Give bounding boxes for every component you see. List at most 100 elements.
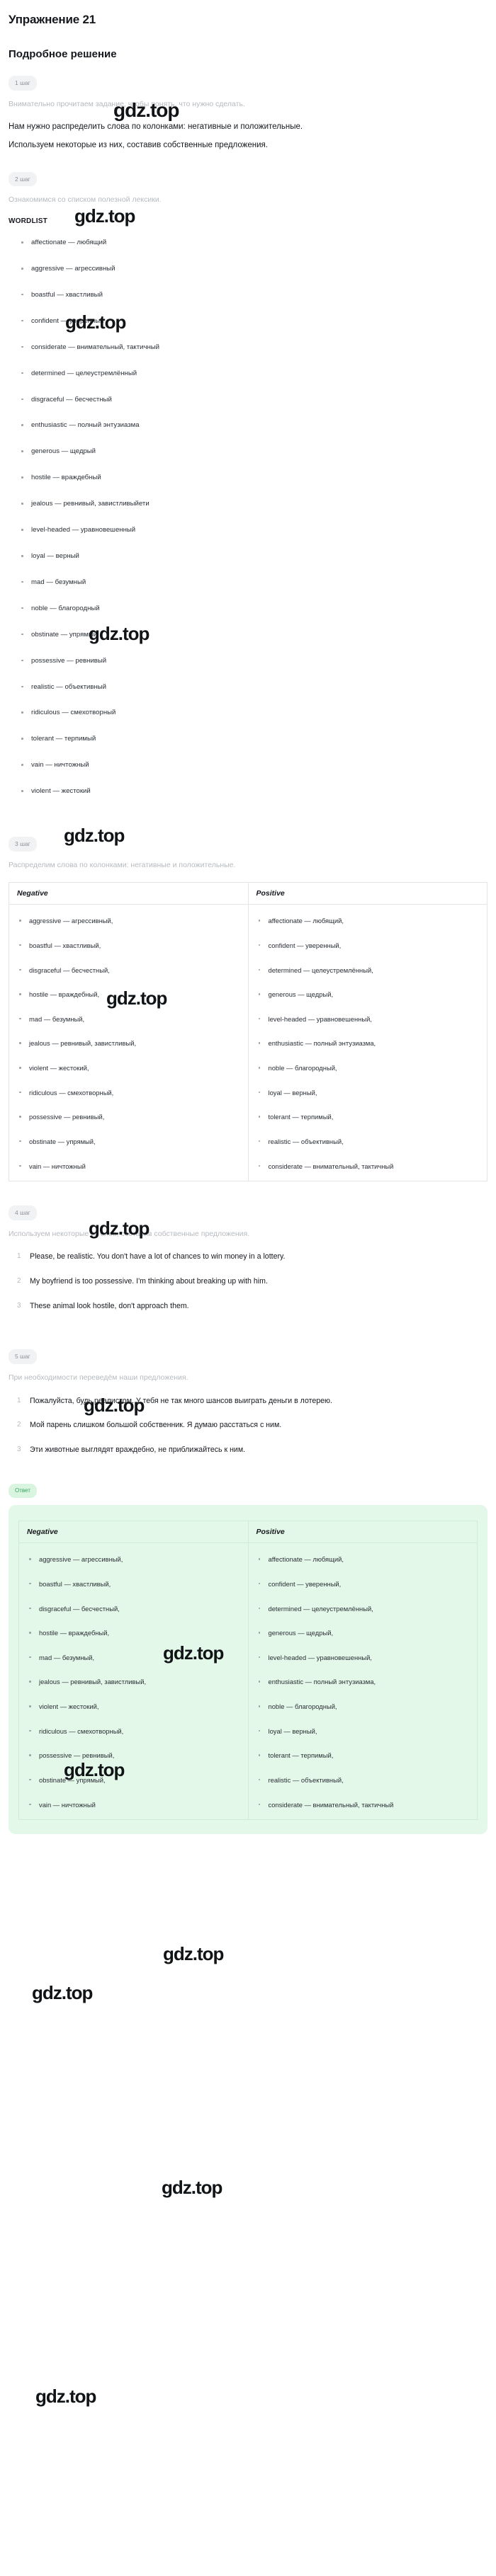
answer-negative-word-item: ridiculous — смехотворный, <box>29 1727 242 1736</box>
step-5-badge: 5 шаг <box>9 1349 37 1364</box>
watermark: gdz.top <box>163 1943 224 1964</box>
answer-positive-word-item: level-headed — уравновешенный, <box>258 1653 472 1663</box>
positive-word-item: loyal — верный, <box>258 1088 482 1098</box>
wordlist-item: loyal — верный <box>21 551 487 561</box>
positive-word-item: level-headed — уравновешенный, <box>258 1014 482 1024</box>
english-sentence-item: Please, be realistic. You don't have a l… <box>17 1251 286 1262</box>
negative-word-item: boastful — хвастливый, <box>19 941 242 951</box>
wordlist-item: level-headed — уравновешенный <box>21 525 487 535</box>
answer-negative-word-item: violent — жестокий, <box>29 1702 242 1712</box>
wordlist-item: possessive — ревнивый <box>21 656 487 666</box>
english-sentence-item: My boyfriend is too possessive. I'm thin… <box>17 1276 268 1287</box>
positive-word-item: realistic — объективный, <box>258 1137 482 1147</box>
answer-column-header-positive: Positive <box>247 1521 478 1544</box>
answer-section: Ответ Negative Positive aggressive — агр… <box>9 1483 487 1835</box>
wordlist-item: obstinate — упрямый <box>21 630 487 640</box>
english-sentence-item: These animal look hostile, don't approac… <box>17 1300 189 1312</box>
step-2-section: 2 шаг Ознакомимся со списком полезной ле… <box>9 171 487 796</box>
answer-negative-word-item: mad — безумный, <box>29 1653 242 1663</box>
solution-heading: Подробное решение <box>9 48 117 60</box>
russian-sentences: Пожалуйста, будь реалистом. У тебя не та… <box>9 1395 487 1457</box>
negative-word-item: jealous — ревнивый, завистливый, <box>19 1038 242 1048</box>
cell-negative: aggressive — агрессивный, boastful — хвас… <box>9 904 249 1182</box>
wordlist-item: ridiculous — смехотворный <box>21 708 487 718</box>
wordlist-item: vain — ничтожный <box>21 760 487 770</box>
step-1-line-1: Нам нужно распределить слова по колонкам… <box>9 122 303 132</box>
negative-word-item: disgraceful — бесчестный, <box>19 966 242 975</box>
positive-word-item: confident — уверенный, <box>258 941 482 951</box>
negative-word-item: ridiculous — смехотворный, <box>19 1088 242 1098</box>
negative-word-item: hostile — враждебный, <box>19 990 242 1000</box>
negative-word-item: mad — безумный, <box>19 1014 242 1024</box>
wordlist-item: determined — целеустремлённый <box>21 369 487 379</box>
answer-table-row: aggressive — агрессивный, boastful — хвас… <box>18 1542 478 1821</box>
positive-word-item: noble — благородный, <box>258 1063 482 1073</box>
positive-word-item: considerate — внимательный, тактичный <box>258 1162 482 1172</box>
step-3-section: 3 шаг Распределим слова по колонками: не… <box>9 837 487 1182</box>
column-header-positive: Positive <box>247 882 487 905</box>
negative-word-item: obstinate — упрямый, <box>19 1137 242 1147</box>
answer-negative-word-item: aggressive — агрессивный, <box>29 1555 242 1564</box>
answer-cell-negative: aggressive — агрессивный, boastful — хвас… <box>18 1542 249 1821</box>
negative-word-list: aggressive — агрессивный, boastful — хвас… <box>12 916 242 1171</box>
answer-positive-word-item: noble — благородный, <box>258 1702 472 1712</box>
russian-sentence-item: Эти животные выглядят враждебно, не приб… <box>17 1444 246 1455</box>
answer-negative-word-item: boastful — хвастливый, <box>29 1579 242 1589</box>
answer-positive-word-item: affectionate — любящий, <box>258 1555 472 1564</box>
answer-negative-word-item: vain — ничтожный <box>29 1800 242 1810</box>
answer-negative-word-item: disgraceful — бесчестный, <box>29 1604 242 1614</box>
table-header-row: Negative Positive <box>9 882 487 905</box>
step-2-note: Ознакомимся со списком полезной лексики. <box>9 195 162 205</box>
negative-word-item: possessive — ревнивый, <box>19 1112 242 1122</box>
step-1-badge: 1 шаг <box>9 76 37 91</box>
russian-sentence-item: Мой парень слишком большой собственник. … <box>17 1419 282 1431</box>
wordlist-item: mad — безумный <box>21 578 487 588</box>
answer-negative-word-item: possessive — ревнивый, <box>29 1751 242 1761</box>
page-title: Упражнение 21 <box>9 13 96 26</box>
wordlist-item: tolerant — терпимый <box>21 734 487 744</box>
answer-positive-word-item: enthusiastic — полный энтузиазма, <box>258 1677 472 1687</box>
answer-classification-table: Negative Positive aggressive — агрессивн… <box>18 1521 478 1821</box>
step-5-note: При необходимости переведём наши предлож… <box>9 1373 188 1382</box>
answer-badge: Ответ <box>9 1484 37 1499</box>
wordlist-item: hostile — враждебный <box>21 473 487 483</box>
wordlist-item: considerate — внимательный, тактичный <box>21 343 487 353</box>
positive-word-item: enthusiastic — полный энтузиазма, <box>258 1038 482 1048</box>
wordlist-item: disgraceful — бесчестный <box>21 395 487 405</box>
wordlist-item: aggressive — агрессивный <box>21 264 487 274</box>
answer-positive-word-item: determined — целеустремлённый, <box>258 1604 472 1614</box>
positive-word-item: determined — целеустремлённый, <box>258 966 482 975</box>
answer-box: Negative Positive aggressive — агрессивн… <box>9 1505 487 1835</box>
positive-word-item: affectionate — любящий, <box>258 916 482 926</box>
step-4-badge: 4 шаг <box>9 1206 37 1220</box>
watermark: gdz.top <box>32 1982 93 2003</box>
answer-positive-word-item: tolerant — терпимый, <box>258 1751 472 1761</box>
answer-negative-word-item: jealous — ревнивый, завистливый, <box>29 1677 242 1687</box>
positive-word-list: affectionate — любящий, confident — увере… <box>252 916 482 1171</box>
wordlist: affectionate — любящий aggressive — агрес… <box>9 238 487 796</box>
answer-positive-word-item: considerate — внимательный, тактичный <box>258 1800 472 1810</box>
russian-sentence-item: Пожалуйста, будь реалистом. У тебя не та… <box>17 1395 332 1407</box>
step-4-note: Используем некоторые из слов, составив с… <box>9 1229 250 1238</box>
answer-positive-word-list: affectionate — любящий, confident — увере… <box>252 1555 472 1809</box>
answer-positive-word-item: confident — уверенный, <box>258 1579 472 1589</box>
answer-positive-word-item: realistic — объективный, <box>258 1775 472 1785</box>
wordlist-item: enthusiastic — полный энтузиазма <box>21 420 487 430</box>
step-2-badge: 2 шаг <box>9 171 37 187</box>
answer-negative-word-item: hostile — враждебный, <box>29 1628 242 1638</box>
wordlist-heading: WORDLIST <box>9 217 47 226</box>
watermark: gdz.top <box>162 2177 222 2198</box>
step-3-badge: 3 шаг <box>9 837 37 852</box>
table-row: aggressive — агрессивный, boastful — хвас… <box>9 904 487 1182</box>
answer-negative-word-item: obstinate — упрямый, <box>29 1775 242 1785</box>
negative-word-item: violent — жестокий, <box>19 1063 242 1073</box>
answer-column-header-negative: Negative <box>18 1521 249 1544</box>
step-4-section: 4 шаг Используем некоторые из слов, сост… <box>9 1206 487 1312</box>
english-sentences: Please, be realistic. You don't have a l… <box>9 1251 487 1312</box>
answer-table-header-row: Negative Positive <box>18 1521 478 1544</box>
wordlist-item: generous — щедрый <box>21 447 487 457</box>
wordlist-item: jealous — ревнивый, завистливыйети <box>21 499 487 509</box>
answer-positive-word-item: generous — щедрый, <box>258 1628 472 1638</box>
answer-cell-positive: affectionate — любящий, confident — увере… <box>247 1542 478 1821</box>
answer-positive-word-item: loyal — верный, <box>258 1727 472 1736</box>
